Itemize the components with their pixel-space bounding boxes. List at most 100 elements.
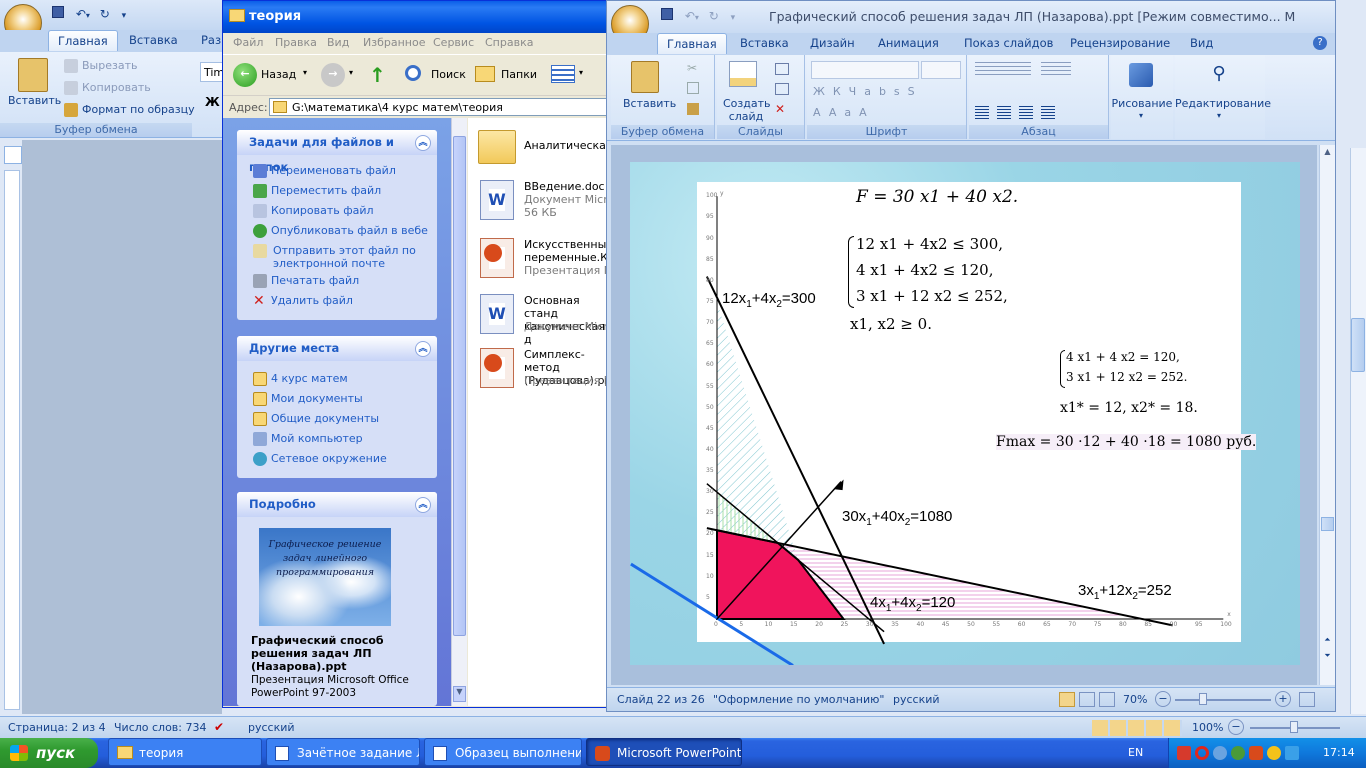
editing-button[interactable]: Редактирование xyxy=(1175,97,1271,110)
collapse-chevron-icon[interactable]: ︽ xyxy=(415,341,431,357)
undo-icon[interactable]: ↶ xyxy=(685,9,695,23)
save-icon[interactable] xyxy=(661,8,673,20)
ruler-corner[interactable] xyxy=(4,146,22,164)
menu-edit[interactable]: Правка xyxy=(275,36,317,49)
taskbar-button-powerpoint[interactable]: Microsoft PowerPoint ... xyxy=(586,738,742,766)
paste-icon[interactable] xyxy=(631,61,659,93)
views-icon[interactable] xyxy=(551,65,575,83)
ppt-zoom-level[interactable]: 70% xyxy=(1123,693,1147,706)
ppt-tab-slideshow[interactable]: Показ слайдов xyxy=(955,33,1062,54)
copy-icon[interactable] xyxy=(687,82,699,94)
menu-help[interactable]: Справка xyxy=(485,36,533,49)
file-item-canonical[interactable]: W Основная станд каноническая д Документ… xyxy=(474,292,624,346)
customize-icon[interactable]: ▾ xyxy=(122,11,127,21)
task-move[interactable]: Переместить файл xyxy=(253,184,421,198)
tray-agent-icon[interactable] xyxy=(1213,746,1227,760)
tray-security-icon[interactable] xyxy=(1249,746,1263,760)
dropdown-icon[interactable]: ▾ xyxy=(695,13,699,22)
ppt-tab-design[interactable]: Дизайн xyxy=(801,33,864,54)
copy-button[interactable]: Копировать xyxy=(64,81,151,95)
cut-icon[interactable]: ✂ xyxy=(687,61,697,75)
task-print[interactable]: Печатать файл xyxy=(253,274,421,288)
menu-view[interactable]: Вид xyxy=(327,36,349,49)
menu-file[interactable]: Файл xyxy=(233,36,263,49)
ppt-tab-review[interactable]: Рецензирование xyxy=(1061,33,1179,54)
zoom-out-icon[interactable]: − xyxy=(1155,691,1171,707)
word-zoom-level[interactable]: 100% xyxy=(1192,721,1223,734)
font-size-box[interactable] xyxy=(921,61,961,79)
address-input[interactable]: G:\математика\4 курс матем\теория xyxy=(269,98,609,116)
ppt-vscroll[interactable]: ▲ ⏶ ⏷ xyxy=(1319,145,1335,685)
file-item-simplex[interactable]: Симплекс-метод (Рудавцова).ppt Презентац… xyxy=(474,346,624,392)
tray-update-icon[interactable] xyxy=(1285,746,1299,760)
back-button[interactable]: Назад xyxy=(261,68,296,81)
cut-button[interactable]: Вырезать xyxy=(64,59,137,73)
back-dropdown-icon[interactable]: ▾ xyxy=(303,68,307,77)
task-copy[interactable]: Копировать файл xyxy=(253,204,421,218)
details-panel-title[interactable]: Подробно ︽ xyxy=(237,492,437,517)
menu-tools[interactable]: Сервис xyxy=(433,36,474,49)
bold-button[interactable]: Ж xyxy=(202,92,222,114)
ppt-zoom-slider[interactable] xyxy=(1175,699,1271,701)
collapse-chevron-icon[interactable]: ︽ xyxy=(415,497,431,513)
ppt-scroll-thumb[interactable] xyxy=(1321,517,1334,531)
word-view-buttons[interactable] xyxy=(1092,720,1182,736)
layout-icon[interactable] xyxy=(775,63,789,75)
ppt-lang[interactable]: русский xyxy=(893,693,940,706)
place-network[interactable]: Сетевое окружение xyxy=(253,452,421,466)
slideshow-view-icon[interactable] xyxy=(1099,692,1115,707)
tray-antivirus-icon[interactable] xyxy=(1267,746,1281,760)
align-left-icon[interactable] xyxy=(975,106,989,120)
taskbar-button-word-2[interactable]: Образец выполнени... xyxy=(424,738,582,766)
spellcheck-icon[interactable]: ✔ xyxy=(214,720,230,734)
delete-slide-icon[interactable]: ✕ xyxy=(775,103,789,115)
place-my-computer[interactable]: Мой компьютер xyxy=(253,432,421,446)
task-delete[interactable]: ✕ Удалить файл xyxy=(253,294,421,308)
word-tab-insert[interactable]: Вставка xyxy=(120,30,187,51)
up-folder-icon[interactable]: ↑ xyxy=(369,63,393,87)
tasks-panel-title[interactable]: Задачи для файлов и папок ︽ xyxy=(237,130,437,174)
taskbar-button-explorer[interactable]: теория xyxy=(108,738,262,766)
ppt-tab-view[interactable]: Вид xyxy=(1181,33,1222,54)
word-zoom-thumb[interactable] xyxy=(1290,721,1298,733)
redo-icon[interactable]: ↻ xyxy=(709,9,719,23)
tray-network-icon[interactable] xyxy=(1177,746,1191,760)
ppt-tab-home[interactable]: Главная xyxy=(657,33,727,54)
next-slide-icon[interactable]: ⏷ xyxy=(1321,651,1334,665)
word-words-status[interactable]: Число слов: 734 xyxy=(114,721,207,734)
forward-dropdown-icon[interactable]: ▾ xyxy=(349,68,353,77)
paste-button[interactable]: Вставить xyxy=(8,94,61,107)
slide-counter[interactable]: Слайд 22 из 26 xyxy=(617,693,705,706)
align-right-icon[interactable] xyxy=(1019,106,1033,120)
format-painter-button[interactable]: Формат по образцу xyxy=(64,103,195,117)
file-item-vvedenie[interactable]: W ВВедение.doc Документ Micros 56 КБ xyxy=(474,178,624,224)
task-pane-scrollbar[interactable]: ▼ xyxy=(451,118,467,706)
task-publish[interactable]: Опубликовать файл в вебе xyxy=(253,224,428,238)
place-shared-documents[interactable]: Общие документы xyxy=(253,412,421,426)
line-spacing-icon[interactable] xyxy=(1041,62,1071,76)
menu-favorites[interactable]: Избранное xyxy=(363,36,425,49)
task-rename[interactable]: Переименовать файл xyxy=(253,164,421,178)
sorter-view-icon[interactable] xyxy=(1079,692,1095,707)
clock[interactable]: 17:14 xyxy=(1323,746,1355,759)
format-painter-icon[interactable] xyxy=(687,103,699,115)
back-icon[interactable]: ← xyxy=(233,63,257,87)
word-scroll-thumb[interactable] xyxy=(1351,318,1365,372)
forward-icon[interactable]: → xyxy=(321,63,345,87)
explorer-title-bar[interactable]: теория xyxy=(223,1,611,33)
place-4kurs[interactable]: 4 курс матем xyxy=(253,372,421,386)
ppt-scroll-up-icon[interactable]: ▲ xyxy=(1321,147,1334,161)
new-slide-icon[interactable] xyxy=(729,61,757,87)
place-my-documents[interactable]: Мои документы xyxy=(253,392,421,406)
word-page-status[interactable]: Страница: 2 из 4 xyxy=(8,721,106,734)
folders-button[interactable]: Папки xyxy=(501,68,537,81)
help-icon[interactable]: ? xyxy=(1313,36,1327,50)
task-email[interactable]: Отправить этот файл по электронной почте xyxy=(253,244,423,270)
reset-icon[interactable] xyxy=(775,83,789,95)
collapse-chevron-icon[interactable]: ︽ xyxy=(415,135,431,151)
lang-indicator[interactable]: EN xyxy=(1128,746,1143,759)
ppt-paste-button[interactable]: Вставить xyxy=(623,97,676,110)
file-item-artificial[interactable]: Искусственные переменные.Кор Презентация… xyxy=(474,236,624,282)
customize-icon[interactable]: ▾ xyxy=(731,13,736,23)
ppt-zoom-thumb[interactable] xyxy=(1199,693,1207,705)
